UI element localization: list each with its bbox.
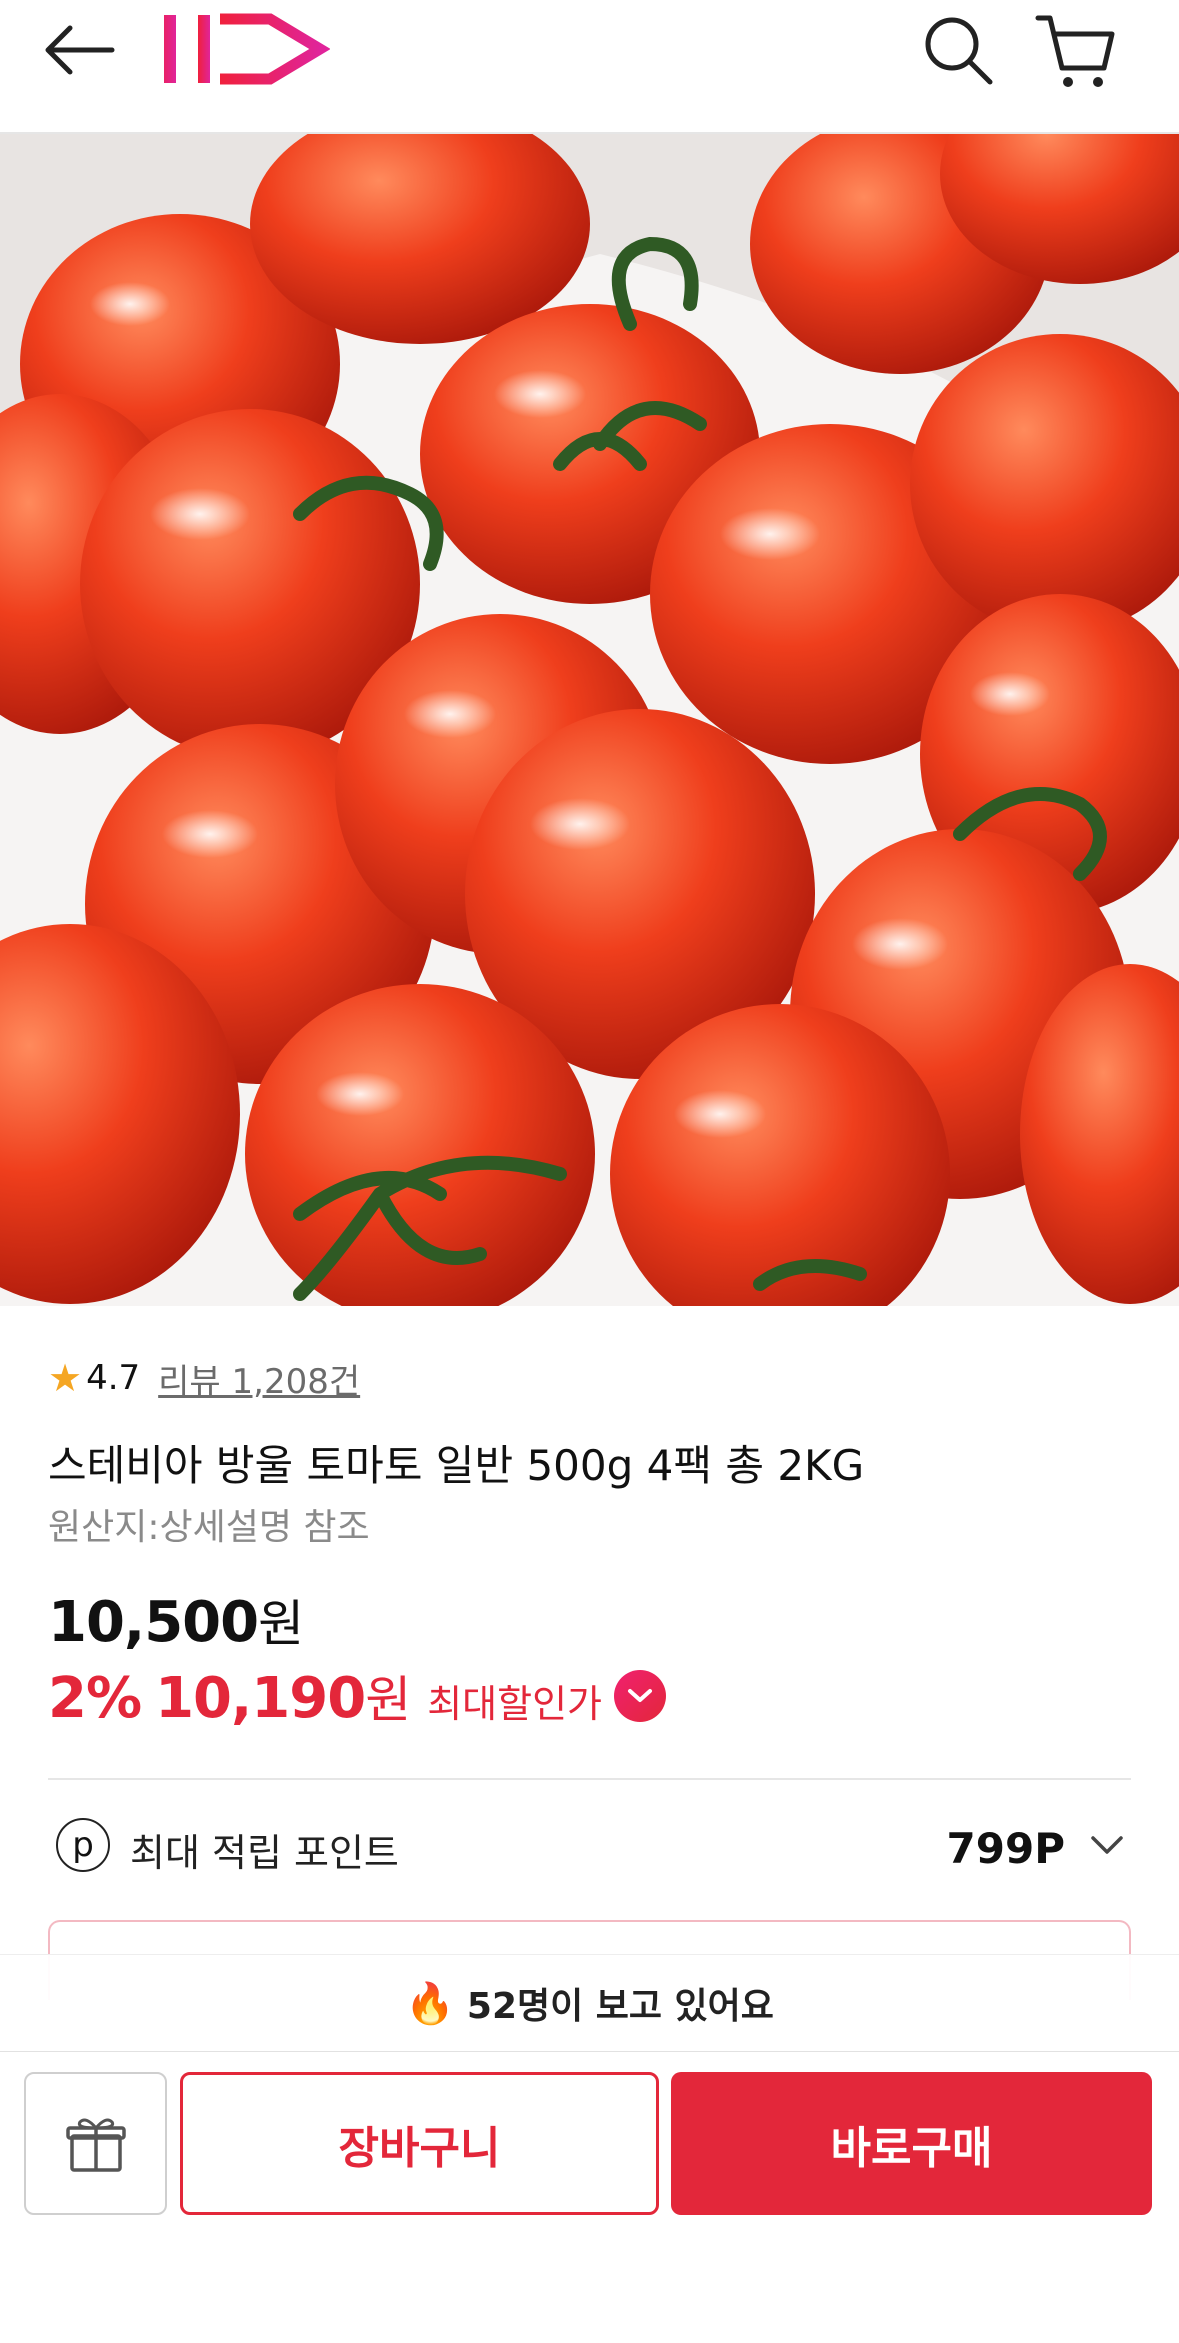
bottom-action-bar: 장바구니 바로구매 — [0, 2052, 1179, 2343]
top-app-bar — [0, 0, 1179, 134]
original-price: 10,500원 — [48, 1584, 304, 1656]
discount-price: 10,190 — [155, 1666, 366, 1731]
cart-button[interactable] — [1032, 8, 1118, 94]
max-points-row[interactable]: p 최대 적립 포인트 799P — [48, 1812, 1131, 1886]
gift-button[interactable] — [24, 2072, 167, 2215]
divider — [48, 1778, 1131, 1780]
11st-logo[interactable] — [150, 5, 331, 85]
add-to-cart-button[interactable]: 장바구니 — [180, 2072, 659, 2215]
cart-icon — [1035, 15, 1115, 87]
points-label: 최대 적립 포인트 — [130, 1831, 399, 1875]
product-origin: 원산지:상세설명 참조 — [48, 1507, 370, 1548]
rating-value: 4.7 — [86, 1358, 141, 1398]
product-image[interactable] — [0, 134, 1179, 1306]
discount-percent: 2% — [48, 1666, 142, 1731]
points-value: 799P — [946, 1824, 1065, 1873]
point-icon: p — [56, 1818, 110, 1872]
chevron-down-icon[interactable] — [1087, 1826, 1127, 1866]
fire-icon: 🔥 — [405, 1980, 455, 2027]
max-discount-toggle[interactable] — [614, 1670, 666, 1722]
gift-icon — [65, 2118, 126, 2172]
buy-now-button[interactable]: 바로구매 — [671, 2072, 1152, 2215]
rating-row: ★ 4.7 리뷰 1,208건 — [48, 1354, 360, 1402]
search-button[interactable] — [918, 10, 998, 90]
back-button[interactable] — [40, 22, 120, 78]
max-discount-label: 최대할인가 — [427, 1682, 602, 1726]
review-count-link[interactable]: 리뷰 1,208건 — [158, 1354, 360, 1403]
chevron-down-icon — [628, 1689, 652, 1702]
price-amount: 10,500 — [48, 1590, 259, 1655]
star-icon: ★ — [48, 1356, 83, 1400]
viewers-banner: 🔥 52명이 보고 있어요 — [0, 1954, 1179, 2053]
viewers-text: 52명이 보고 있어요 — [466, 1986, 774, 2027]
arrow-left-icon — [45, 25, 115, 75]
price-unit: 원 — [258, 1595, 304, 1653]
product-title: 스테비아 방울 토마토 일반 500g 4팩 총 2KG — [48, 1441, 865, 1490]
search-icon — [925, 17, 993, 85]
discount-unit: 원 — [365, 1671, 412, 1729]
discount-price-row: 2% 10,190 원 최대할인가 — [48, 1660, 666, 1732]
